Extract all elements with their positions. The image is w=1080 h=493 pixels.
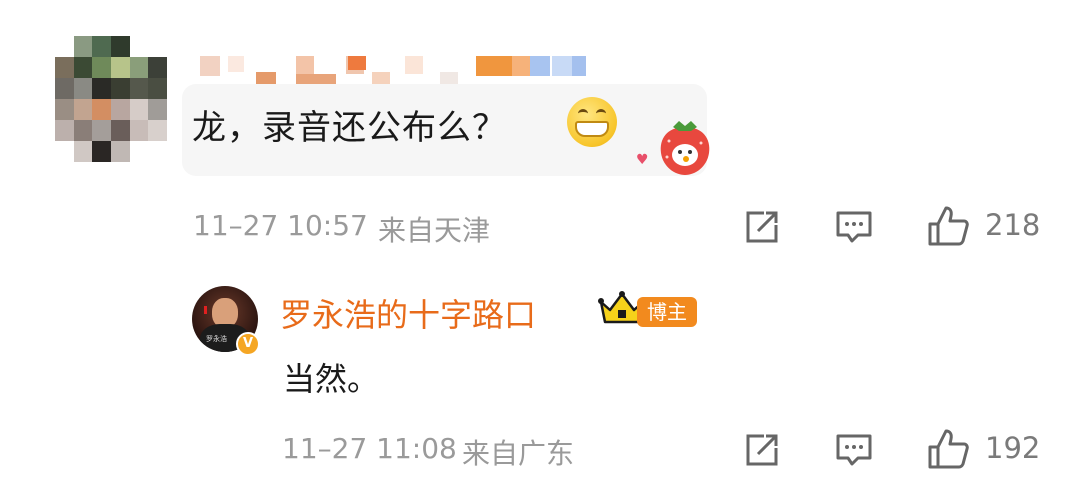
thumbs-up-icon[interactable] [926, 427, 970, 471]
comment-location: 来自天津 [378, 214, 491, 247]
commenter-avatar-blurred[interactable] [55, 36, 167, 162]
comment-timestamp: 11–27 10:57 [193, 209, 368, 242]
comment-icon[interactable] [834, 207, 874, 247]
comment-text: 龙，录音还公布么？ [192, 108, 507, 148]
grinning-face-emoji [567, 97, 617, 147]
reply-text: 当然。 [283, 360, 380, 398]
reply-timestamp: 11–27 11:08 [282, 432, 457, 465]
strawberry-sticker-icon [660, 121, 710, 175]
share-icon[interactable] [742, 430, 782, 470]
comment-icon[interactable] [834, 430, 874, 470]
host-badge: 博主 [637, 297, 697, 327]
comment-like-count: 218 [985, 208, 1041, 242]
reply-like-count: 192 [985, 431, 1041, 465]
verified-badge-icon: V [236, 332, 260, 356]
share-icon[interactable] [742, 207, 782, 247]
reply-author-name[interactable]: 罗永浩的十字路口 [280, 290, 536, 336]
avatar-caption: 罗永浩 [206, 335, 227, 343]
reply-location: 来自广东 [462, 437, 575, 470]
heart-icon: ♥ [636, 152, 649, 168]
thumbs-up-icon[interactable] [926, 204, 970, 248]
